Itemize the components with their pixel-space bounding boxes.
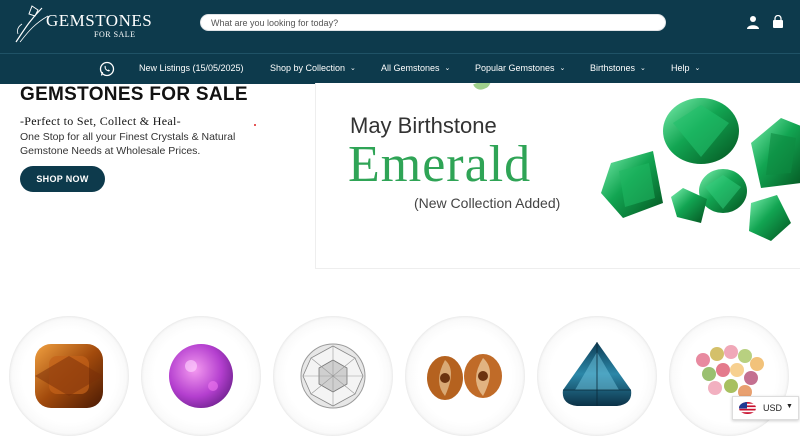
search-input[interactable] xyxy=(200,14,666,31)
nav-help[interactable]: Help ⌄ xyxy=(671,63,700,73)
category-circle[interactable] xyxy=(405,316,525,436)
user-icon[interactable] xyxy=(746,15,760,29)
banner-gem-name: Emerald xyxy=(348,136,532,193)
nav-birthstones[interactable]: Birthstones ⌄ xyxy=(590,63,646,73)
caret-down-icon: ▼ xyxy=(786,403,793,410)
banner-subtext: (New Collection Added) xyxy=(414,195,561,211)
category-circle[interactable] xyxy=(273,316,393,436)
nav-popular-gemstones[interactable]: Popular Gemstones ⌄ xyxy=(475,63,565,73)
emerald-gems-image xyxy=(601,98,800,241)
chevron-down-icon: ⌄ xyxy=(350,65,356,72)
shop-now-button[interactable]: SHOP NOW xyxy=(20,166,105,192)
chevron-down-icon: ⌄ xyxy=(640,65,646,72)
site-header: GEMSTONES FOR SALE xyxy=(0,0,800,53)
currency-code: USD xyxy=(763,403,783,413)
white-rose-cut-diamond-icon xyxy=(300,343,366,409)
whatsapp-icon[interactable] xyxy=(99,61,115,77)
decorative-dot xyxy=(254,124,256,126)
hero-title: GEMSTONES FOR SALE xyxy=(20,84,248,105)
chevron-down-icon: ⌄ xyxy=(694,65,701,72)
site-logo[interactable]: GEMSTONES FOR SALE xyxy=(8,2,152,48)
nav-new-listings[interactable]: New Listings (15/05/2025) xyxy=(139,63,244,73)
nav-shop-by-collection[interactable]: Shop by Collection ⌄ xyxy=(270,63,356,73)
ammonite-fossil-icon xyxy=(427,354,502,400)
category-circle[interactable] xyxy=(537,316,657,436)
purple-opal-cabochon-icon xyxy=(169,344,233,408)
main-nav: New Listings (15/05/2025) Shop by Collec… xyxy=(0,53,800,84)
currency-selector[interactable]: USD ▼ xyxy=(732,396,799,420)
category-circle[interactable] xyxy=(9,316,129,436)
blue-trillion-topaz-icon xyxy=(562,342,632,406)
nav-all-gemstones[interactable]: All Gemstones ⌄ xyxy=(381,63,450,73)
us-flag-icon xyxy=(739,402,756,414)
amber-cushion-gem-icon xyxy=(35,344,103,408)
hero-tagline: -Perfect to Set, Collect & Heal- xyxy=(20,114,181,128)
chevron-down-icon: ⌄ xyxy=(559,65,566,72)
birthstone-banner[interactable]: May Birthstone Emerald (New Collection A… xyxy=(315,83,800,269)
cart-icon[interactable] xyxy=(771,15,785,29)
leaf-decoration xyxy=(473,83,493,92)
hero-description: One Stop for all your Finest Crystals & … xyxy=(20,131,236,157)
category-circle[interactable] xyxy=(141,316,261,436)
logo-title: GEMSTONES xyxy=(46,11,153,30)
chevron-down-icon: ⌄ xyxy=(444,65,451,72)
logo-subtitle: FOR SALE xyxy=(94,30,136,39)
